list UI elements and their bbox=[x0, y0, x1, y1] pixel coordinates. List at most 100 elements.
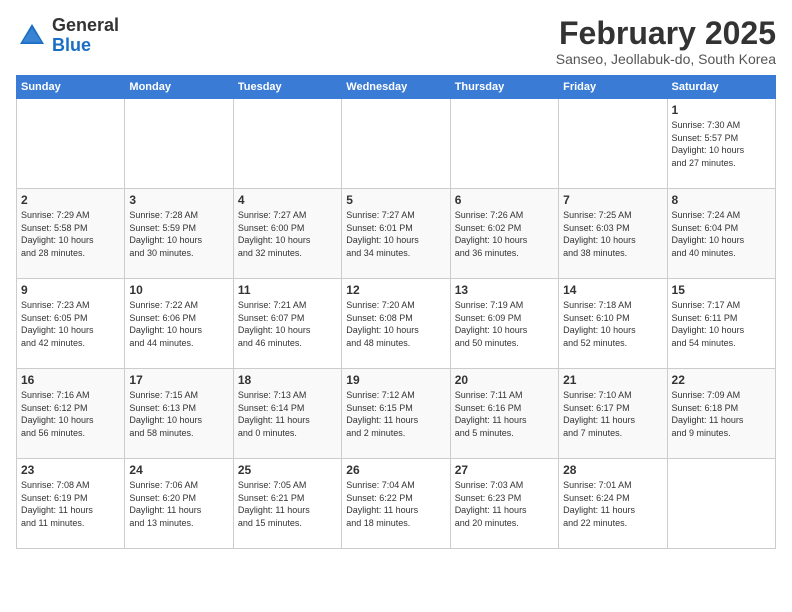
calendar-cell: 2 Sunrise: 7:29 AM Sunset: 5:58 PM Daylig… bbox=[17, 189, 125, 279]
day-info: Sunrise: 7:18 AM Sunset: 6:10 PM Dayligh… bbox=[563, 299, 662, 349]
logo-text: General Blue bbox=[52, 16, 119, 56]
page-header: General Blue February 2025 Sanseo, Jeoll… bbox=[16, 16, 776, 67]
day-number: 5 bbox=[346, 193, 445, 207]
calendar-cell: 20 Sunrise: 7:11 AM Sunset: 6:16 PM Dayli… bbox=[450, 369, 558, 459]
day-number: 6 bbox=[455, 193, 554, 207]
day-info: Sunrise: 7:22 AM Sunset: 6:06 PM Dayligh… bbox=[129, 299, 228, 349]
day-number: 10 bbox=[129, 283, 228, 297]
day-info: Sunrise: 7:28 AM Sunset: 5:59 PM Dayligh… bbox=[129, 209, 228, 259]
calendar-cell: 5 Sunrise: 7:27 AM Sunset: 6:01 PM Daylig… bbox=[342, 189, 450, 279]
day-info: Sunrise: 7:25 AM Sunset: 6:03 PM Dayligh… bbox=[563, 209, 662, 259]
day-info: Sunrise: 7:27 AM Sunset: 6:00 PM Dayligh… bbox=[238, 209, 337, 259]
day-info: Sunrise: 7:01 AM Sunset: 6:24 PM Dayligh… bbox=[563, 479, 662, 529]
calendar-cell: 17 Sunrise: 7:15 AM Sunset: 6:13 PM Dayli… bbox=[125, 369, 233, 459]
calendar-table: SundayMondayTuesdayWednesdayThursdayFrid… bbox=[16, 75, 776, 549]
day-number: 25 bbox=[238, 463, 337, 477]
day-info: Sunrise: 7:21 AM Sunset: 6:07 PM Dayligh… bbox=[238, 299, 337, 349]
calendar-cell: 6 Sunrise: 7:26 AM Sunset: 6:02 PM Daylig… bbox=[450, 189, 558, 279]
day-number: 2 bbox=[21, 193, 120, 207]
day-number: 22 bbox=[672, 373, 771, 387]
calendar-cell: 7 Sunrise: 7:25 AM Sunset: 6:03 PM Daylig… bbox=[559, 189, 667, 279]
day-number: 24 bbox=[129, 463, 228, 477]
calendar-cell: 26Sunrise: 7:04 AM Sunset: 6:22 PM Dayli… bbox=[342, 459, 450, 549]
day-number: 18 bbox=[238, 373, 337, 387]
day-info: Sunrise: 7:13 AM Sunset: 6:14 PM Dayligh… bbox=[238, 389, 337, 439]
calendar-cell: 10 Sunrise: 7:22 AM Sunset: 6:06 PM Dayli… bbox=[125, 279, 233, 369]
calendar-cell bbox=[559, 99, 667, 189]
calendar-cell: 11Sunrise: 7:21 AM Sunset: 6:07 PM Dayli… bbox=[233, 279, 341, 369]
calendar-cell: 1 Sunrise: 7:30 AM Sunset: 5:57 PM Daylig… bbox=[667, 99, 775, 189]
day-info: Sunrise: 7:08 AM Sunset: 6:19 PM Dayligh… bbox=[21, 479, 120, 529]
calendar-cell: 9 Sunrise: 7:23 AM Sunset: 6:05 PM Daylig… bbox=[17, 279, 125, 369]
calendar-cell: 3Sunrise: 7:28 AM Sunset: 5:59 PM Daylig… bbox=[125, 189, 233, 279]
title-block: February 2025 Sanseo, Jeollabuk-do, Sout… bbox=[556, 16, 776, 67]
day-info: Sunrise: 7:05 AM Sunset: 6:21 PM Dayligh… bbox=[238, 479, 337, 529]
calendar-cell: 16Sunrise: 7:16 AM Sunset: 6:12 PM Dayli… bbox=[17, 369, 125, 459]
day-info: Sunrise: 7:15 AM Sunset: 6:13 PM Dayligh… bbox=[129, 389, 228, 439]
day-number: 27 bbox=[455, 463, 554, 477]
day-number: 7 bbox=[563, 193, 662, 207]
calendar-cell: 8Sunrise: 7:24 AM Sunset: 6:04 PM Daylig… bbox=[667, 189, 775, 279]
day-number: 26 bbox=[346, 463, 445, 477]
calendar-cell bbox=[17, 99, 125, 189]
logo-general: General bbox=[52, 15, 119, 35]
weekday-header-monday: Monday bbox=[125, 76, 233, 99]
day-info: Sunrise: 7:23 AM Sunset: 6:05 PM Dayligh… bbox=[21, 299, 120, 349]
calendar-cell bbox=[667, 459, 775, 549]
day-info: Sunrise: 7:19 AM Sunset: 6:09 PM Dayligh… bbox=[455, 299, 554, 349]
day-number: 14 bbox=[563, 283, 662, 297]
day-info: Sunrise: 7:27 AM Sunset: 6:01 PM Dayligh… bbox=[346, 209, 445, 259]
day-info: Sunrise: 7:29 AM Sunset: 5:58 PM Dayligh… bbox=[21, 209, 120, 259]
day-number: 1 bbox=[672, 103, 771, 117]
day-info: Sunrise: 7:10 AM Sunset: 6:17 PM Dayligh… bbox=[563, 389, 662, 439]
day-number: 21 bbox=[563, 373, 662, 387]
weekday-header-wednesday: Wednesday bbox=[342, 76, 450, 99]
calendar-cell: 27 Sunrise: 7:03 AM Sunset: 6:23 PM Dayli… bbox=[450, 459, 558, 549]
calendar-cell bbox=[342, 99, 450, 189]
day-number: 28 bbox=[563, 463, 662, 477]
calendar-cell: 4 Sunrise: 7:27 AM Sunset: 6:00 PM Daylig… bbox=[233, 189, 341, 279]
calendar-cell: 12Sunrise: 7:20 AM Sunset: 6:08 PM Dayli… bbox=[342, 279, 450, 369]
calendar-cell: 23 Sunrise: 7:08 AM Sunset: 6:19 PM Dayli… bbox=[17, 459, 125, 549]
day-number: 16 bbox=[21, 373, 120, 387]
day-info: Sunrise: 7:06 AM Sunset: 6:20 PM Dayligh… bbox=[129, 479, 228, 529]
calendar-cell: 28 Sunrise: 7:01 AM Sunset: 6:24 PM Dayli… bbox=[559, 459, 667, 549]
day-number: 13 bbox=[455, 283, 554, 297]
weekday-header-tuesday: Tuesday bbox=[233, 76, 341, 99]
day-number: 19 bbox=[346, 373, 445, 387]
calendar-cell: 13 Sunrise: 7:19 AM Sunset: 6:09 PM Dayli… bbox=[450, 279, 558, 369]
calendar-cell bbox=[233, 99, 341, 189]
calendar-cell: 15 Sunrise: 7:17 AM Sunset: 6:11 PM Dayli… bbox=[667, 279, 775, 369]
day-info: Sunrise: 7:30 AM Sunset: 5:57 PM Dayligh… bbox=[672, 119, 771, 169]
weekday-header-sunday: Sunday bbox=[17, 76, 125, 99]
calendar-cell: 24 Sunrise: 7:06 AM Sunset: 6:20 PM Dayli… bbox=[125, 459, 233, 549]
day-number: 17 bbox=[129, 373, 228, 387]
day-number: 4 bbox=[238, 193, 337, 207]
day-info: Sunrise: 7:24 AM Sunset: 6:04 PM Dayligh… bbox=[672, 209, 771, 259]
day-info: Sunrise: 7:09 AM Sunset: 6:18 PM Dayligh… bbox=[672, 389, 771, 439]
calendar-cell: 22 Sunrise: 7:09 AM Sunset: 6:18 PM Dayli… bbox=[667, 369, 775, 459]
calendar-cell: 18 Sunrise: 7:13 AM Sunset: 6:14 PM Dayli… bbox=[233, 369, 341, 459]
day-info: Sunrise: 7:17 AM Sunset: 6:11 PM Dayligh… bbox=[672, 299, 771, 349]
day-number: 15 bbox=[672, 283, 771, 297]
day-info: Sunrise: 7:12 AM Sunset: 6:15 PM Dayligh… bbox=[346, 389, 445, 439]
logo-blue: Blue bbox=[52, 35, 91, 55]
day-info: Sunrise: 7:03 AM Sunset: 6:23 PM Dayligh… bbox=[455, 479, 554, 529]
day-number: 12 bbox=[346, 283, 445, 297]
week-row-3: 9 Sunrise: 7:23 AM Sunset: 6:05 PM Daylig… bbox=[17, 279, 776, 369]
calendar-header-row: SundayMondayTuesdayWednesdayThursdayFrid… bbox=[17, 76, 776, 99]
calendar-cell: 14 Sunrise: 7:18 AM Sunset: 6:10 PM Dayli… bbox=[559, 279, 667, 369]
weekday-header-saturday: Saturday bbox=[667, 76, 775, 99]
day-number: 23 bbox=[21, 463, 120, 477]
day-info: Sunrise: 7:11 AM Sunset: 6:16 PM Dayligh… bbox=[455, 389, 554, 439]
day-number: 9 bbox=[21, 283, 120, 297]
week-row-1: 1 Sunrise: 7:30 AM Sunset: 5:57 PM Daylig… bbox=[17, 99, 776, 189]
logo: General Blue bbox=[16, 16, 119, 56]
day-number: 20 bbox=[455, 373, 554, 387]
calendar-cell: 25 Sunrise: 7:05 AM Sunset: 6:21 PM Dayli… bbox=[233, 459, 341, 549]
weekday-header-thursday: Thursday bbox=[450, 76, 558, 99]
calendar-cell: 21 Sunrise: 7:10 AM Sunset: 6:17 PM Dayli… bbox=[559, 369, 667, 459]
week-row-5: 23 Sunrise: 7:08 AM Sunset: 6:19 PM Dayli… bbox=[17, 459, 776, 549]
day-info: Sunrise: 7:26 AM Sunset: 6:02 PM Dayligh… bbox=[455, 209, 554, 259]
month-title: February 2025 bbox=[556, 16, 776, 51]
